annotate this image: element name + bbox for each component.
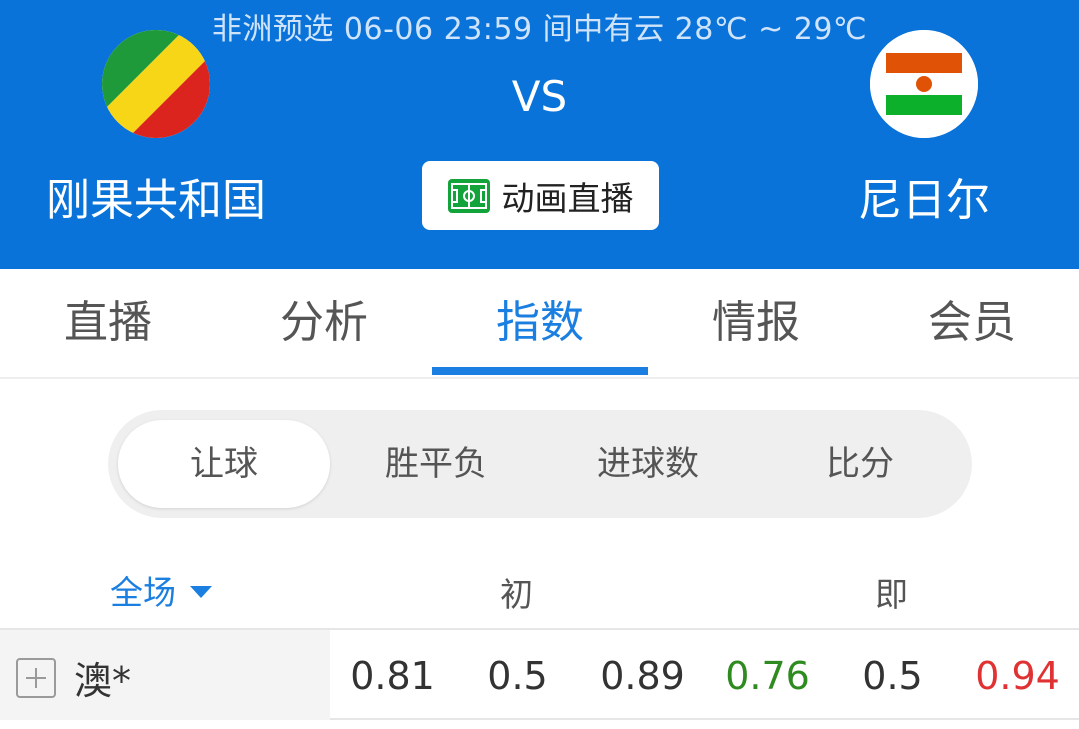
niger-flag-icon bbox=[870, 30, 978, 138]
live-away-odds: 0.94 bbox=[975, 654, 1060, 698]
home-team[interactable]: 刚果共和国 bbox=[6, 30, 306, 228]
odds-type-segmented-control: 让球 胜平负 进球数 比分 bbox=[108, 410, 972, 518]
match-header: 非洲预选 06-06 23:59 间中有云 28℃ ~ 29℃ 刚果共和国 VS… bbox=[0, 0, 1079, 269]
tab-analysis[interactable]: 分析 bbox=[216, 269, 432, 377]
initial-away-odds: 0.89 bbox=[600, 654, 685, 698]
tab-member[interactable]: 会员 bbox=[864, 269, 1079, 377]
odds-table-header: 全场 初 即 bbox=[0, 560, 1079, 626]
home-team-name: 刚果共和国 bbox=[46, 175, 266, 226]
main-tabs: 直播 分析 指数 情报 会员 bbox=[0, 269, 1079, 379]
scope-dropdown[interactable]: 全场 bbox=[110, 566, 212, 614]
segment-correct-score[interactable]: 比分 bbox=[754, 420, 966, 508]
initial-home-odds: 0.81 bbox=[350, 654, 435, 698]
animation-live-button[interactable]: 动画直播 bbox=[422, 161, 659, 230]
segment-win-draw-lose[interactable]: 胜平负 bbox=[330, 420, 542, 508]
initial-odds-header: 初 bbox=[500, 575, 533, 614]
segment-total-goals[interactable]: 进球数 bbox=[542, 420, 754, 508]
tab-odds[interactable]: 指数 bbox=[432, 269, 648, 377]
row-company-cell: 澳* bbox=[0, 630, 330, 720]
scope-label: 全场 bbox=[110, 573, 176, 612]
active-tab-indicator bbox=[432, 367, 648, 375]
tab-live[interactable]: 直播 bbox=[0, 269, 216, 377]
football-pitch-icon bbox=[447, 178, 490, 213]
table-row[interactable]: 澳* 0.81 0.5 0.89 0.76 0.5 0.94 bbox=[0, 628, 1079, 720]
live-handicap: 0.5 bbox=[862, 654, 923, 698]
away-team[interactable]: 尼日尔 bbox=[774, 30, 1074, 228]
segment-handicap[interactable]: 让球 bbox=[118, 420, 330, 508]
caret-down-icon bbox=[190, 586, 212, 598]
tab-intel[interactable]: 情报 bbox=[648, 269, 864, 377]
away-team-name: 尼日尔 bbox=[858, 175, 990, 226]
live-odds-header: 即 bbox=[875, 575, 908, 614]
initial-handicap: 0.5 bbox=[487, 654, 548, 698]
company-name: 澳* bbox=[74, 659, 132, 703]
plus-box-icon[interactable] bbox=[16, 658, 56, 698]
live-home-odds: 0.76 bbox=[725, 654, 810, 698]
animation-live-label: 动画直播 bbox=[501, 178, 634, 218]
